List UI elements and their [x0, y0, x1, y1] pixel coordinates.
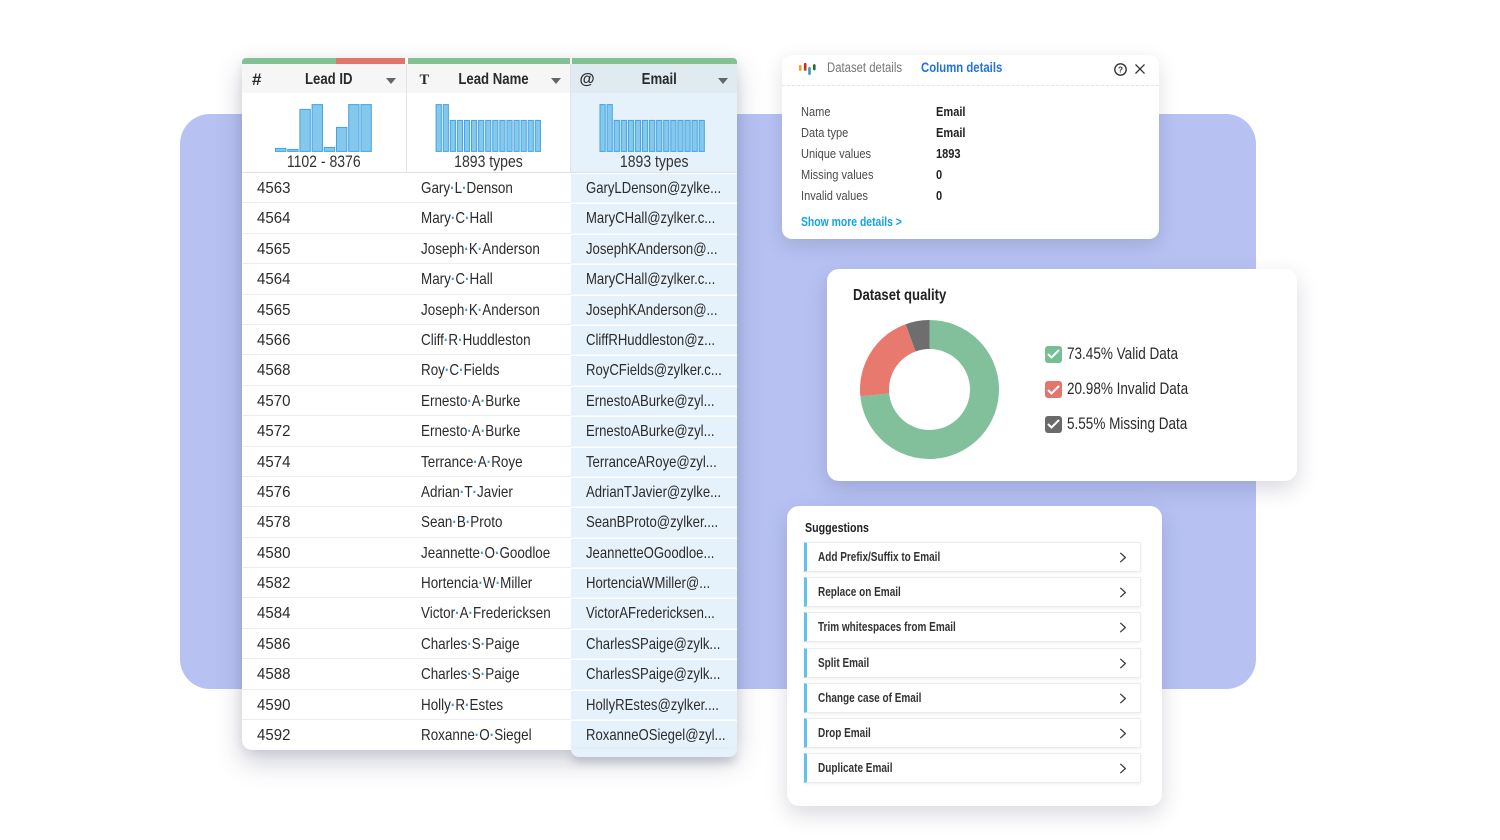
- svg-text:?: ?: [1117, 65, 1122, 74]
